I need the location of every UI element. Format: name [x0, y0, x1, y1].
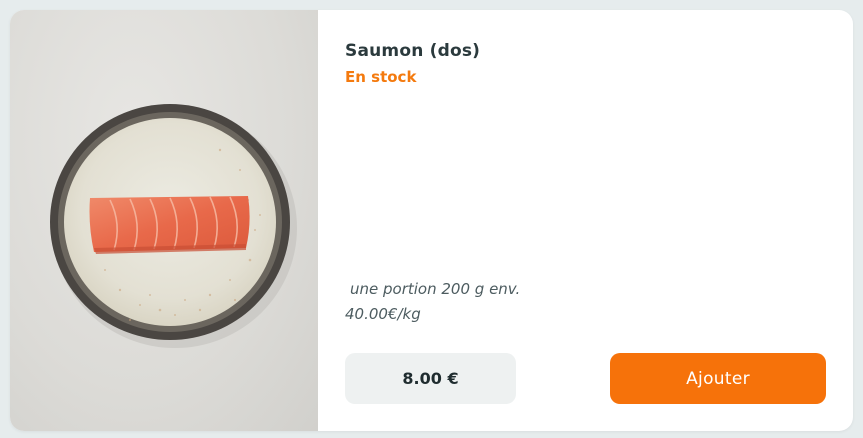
- salmon-plate-icon: [50, 104, 297, 348]
- product-name: Saumon (dos): [345, 41, 481, 61]
- add-to-cart-button[interactable]: Ajouter: [610, 353, 826, 404]
- product-image: [10, 10, 318, 431]
- stock-status: En stock: [345, 68, 417, 86]
- product-card: Saumon (dos) En stock une portion 200 g …: [10, 10, 853, 431]
- portion-description: une portion 200 g env.: [350, 280, 521, 298]
- price-display: 8.00 €: [345, 353, 516, 404]
- price-per-kg: 40.00€/kg: [345, 305, 421, 323]
- product-info: Saumon (dos) En stock une portion 200 g …: [345, 10, 835, 431]
